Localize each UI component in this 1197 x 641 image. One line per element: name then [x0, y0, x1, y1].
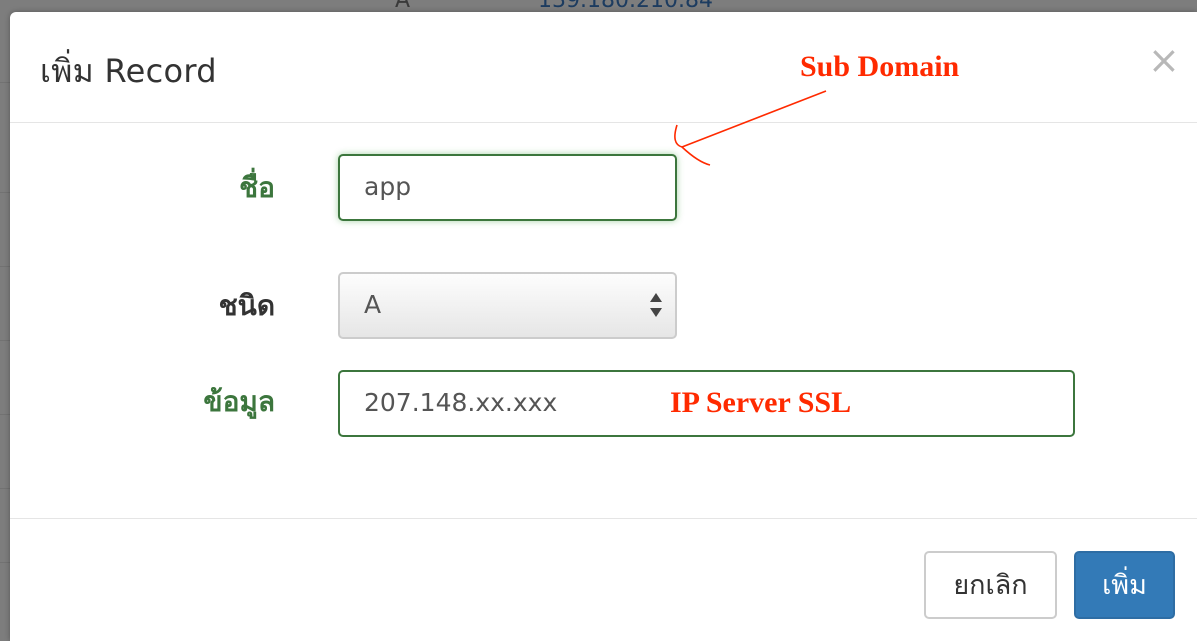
add-record-modal: เพิ่ม Record × Sub Domain ชื่อ app ชนิด … [10, 12, 1197, 641]
select-arrows-icon [650, 293, 662, 317]
cancel-button[interactable]: ยกเลิก [924, 551, 1057, 619]
modal-header: เพิ่ม Record × [10, 12, 1197, 123]
name-label: ชื่อ [239, 171, 275, 204]
modal-title: เพิ่ม Record [40, 52, 217, 90]
type-select-value: A [364, 290, 382, 319]
name-input[interactable]: app [338, 154, 677, 221]
close-icon[interactable]: × [1148, 40, 1180, 80]
annotation-arrow-icon [674, 90, 827, 166]
ip-server-annotation: IP Server SSL [670, 386, 852, 419]
sub-domain-annotation: Sub Domain [800, 50, 960, 83]
modal-footer: ยกเลิก เพิ่ม [10, 518, 1197, 641]
data-label: ข้อมูล [203, 385, 275, 418]
type-label: ชนิด [218, 289, 275, 322]
type-select[interactable]: A [338, 272, 677, 339]
add-button[interactable]: เพิ่ม [1074, 551, 1175, 619]
